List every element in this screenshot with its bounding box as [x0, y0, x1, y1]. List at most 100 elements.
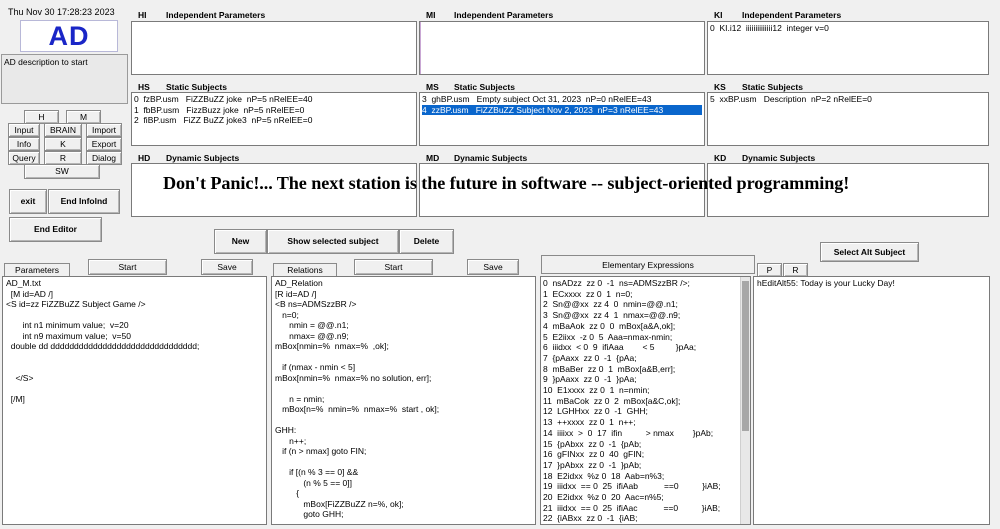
parameters-tab[interactable]: Parameters [4, 263, 70, 276]
alt-r-button[interactable]: R [783, 263, 808, 277]
code-line: if (n > nmax] goto FIN; [275, 446, 367, 456]
new-button[interactable]: New [214, 229, 267, 254]
hs-list[interactable]: 0 fzBP.usm FiZZBuZZ joke nP=5 nRelEE=40 … [131, 92, 417, 146]
code-line: mBox[n=% nmin=% nmax=% start , ok]; [275, 404, 440, 414]
delete-button[interactable]: Delete [399, 229, 454, 254]
mi-list[interactable] [419, 21, 705, 75]
exit-button[interactable]: exit [9, 189, 47, 214]
code-line: int n9 maximum value; v=50 [6, 330, 131, 341]
ks-list-item[interactable]: 5 xxBP.usm Description nP=2 nRelEE=0 [710, 94, 986, 105]
relations-editor[interactable]: AD_Relation [R id=AD /] <B ns=ADMSzzBR /> … [271, 276, 536, 525]
relations-text[interactable]: AD_Relation [R id=AD /] <B ns=ADMSzzBR /> … [272, 277, 535, 521]
hs-list-item[interactable]: 0 fzBP.usm FiZZBuZZ joke nP=5 nRelEE=40 [134, 94, 414, 105]
alt-text[interactable]: hEditAlt55: Today is your Lucky Day! [754, 277, 989, 290]
ks-title: Static Subjects [742, 82, 803, 92]
ki-header: KI Independent Parameters [714, 10, 841, 20]
brain-button[interactable]: BRAIN [44, 123, 82, 137]
code-line: 17 }pAbxx zz 0 -1 }pAb; [543, 459, 642, 470]
code-line: 4 mBaAok zz 0 0 mBox[a&A,ok]; [543, 320, 676, 331]
ki-list-item[interactable]: 0 KI.i12 iiiiiiiiiiiiii12 integer v=0 [710, 23, 986, 34]
logo-text: AD [48, 20, 90, 51]
hs-header: HS Static Subjects [138, 82, 227, 92]
ms-list-item[interactable]: 3 ghBP.usm Empty subject Oct 31, 2023 nP… [422, 94, 702, 105]
hd-title: Dynamic Subjects [166, 153, 240, 163]
input-button[interactable]: Input [8, 123, 40, 137]
r-button[interactable]: R [44, 151, 82, 165]
import-button[interactable]: Import [86, 123, 122, 137]
m-button[interactable]: M [66, 110, 101, 124]
ks-header: KS Static Subjects [714, 82, 803, 92]
code-line: 12 LGHHxx zz 0 -1 GHH; [543, 406, 648, 417]
info-button[interactable]: Info [8, 137, 40, 151]
mi-code: MI [426, 10, 436, 20]
code-line: n++; [275, 435, 307, 446]
ms-list-item-selected[interactable]: 4 zzBP.usm FiZZBuZZ Subject Nov 2, 2023 … [422, 104, 702, 116]
code-line: nmin = @@.n1; [275, 320, 349, 330]
ki-list[interactable]: 0 KI.i12 iiiiiiiiiiiiii12 integer v=0 [707, 21, 989, 75]
query-button[interactable]: Query [8, 151, 40, 165]
code-line: <B ns=ADMSzzBR /> [275, 299, 357, 309]
code-line: double dd dddddddddddddddddddddddddddddd… [6, 341, 200, 351]
code-line: </S> [6, 372, 34, 383]
elementary-expressions-list[interactable]: 0 nsADzz zz 0 -1 ns=ADMSzzBR />; 1 ECxxxx… [540, 276, 751, 525]
code-line: n=0; [275, 309, 299, 320]
end-infolnd-button[interactable]: End Infolnd [48, 189, 120, 214]
sw-button[interactable]: SW [24, 164, 100, 179]
code-line: if (nmax - nmin < 5] [275, 362, 356, 372]
code-line: 7 {pAaxx zz 0 -1 {pAa; [543, 352, 637, 363]
hs-list-item[interactable]: 2 fiBP.usm FiZZ BuZZ joke3 nP=5 nRelEE=0 [134, 115, 414, 126]
code-line: 8 mBaBer zz 0 1 mBox[a&B,err]; [543, 363, 676, 374]
elementary-scrollbar[interactable] [740, 277, 750, 524]
alt-p-button[interactable]: P [757, 263, 782, 277]
dialog-button[interactable]: Dialog [86, 151, 122, 165]
code-line: mBox[nmin=% nmax=% no solution, err]; [275, 372, 432, 383]
select-alt-subject-button[interactable]: Select Alt Subject [820, 242, 919, 262]
parameters-save-button[interactable]: Save [201, 259, 253, 275]
export-button[interactable]: Export [86, 137, 122, 151]
show-selected-subject-button[interactable]: Show selected subject [267, 229, 399, 254]
parameters-editor[interactable]: AD_M.txt [M id=AD /] <S id=zz FiZZBuZZ Su… [2, 276, 267, 525]
elementary-scrollbar-thumb[interactable] [742, 281, 749, 431]
relations-save-button[interactable]: Save [467, 259, 519, 275]
hs-list-item[interactable]: 1 fbBP.usm FizzBuzz joke nP=5 nRelEE=0 [134, 105, 414, 116]
parameters-text[interactable]: AD_M.txt [M id=AD /] <S id=zz FiZZBuZZ Su… [3, 277, 266, 405]
elementary-expressions-tab: Elementary Expressions [541, 255, 755, 274]
h-button[interactable]: H [24, 110, 59, 124]
code-line: 15 {pAbxx zz 0 -1 {pAb; [543, 438, 642, 449]
alt-editor[interactable]: hEditAlt55: Today is your Lucky Day! [753, 276, 990, 525]
code-line: 16 gFINxx zz 0 40 gFIN; [543, 449, 645, 460]
ms-list[interactable]: 3 ghBP.usm Empty subject Oct 31, 2023 nP… [419, 92, 705, 146]
hd-header: HD Dynamic Subjects [138, 153, 239, 163]
code-line: [M id=AD /] [6, 288, 53, 299]
hd-code: HD [138, 153, 151, 163]
relations-start-button[interactable]: Start [354, 259, 433, 275]
relations-tab[interactable]: Relations [273, 263, 337, 276]
code-line: 20 E2idxx %z 0 20 Aac=n%5; [543, 492, 664, 503]
code-line: if [(n % 3 == 0] && [275, 467, 359, 477]
description-box[interactable]: AD description to start [1, 54, 128, 104]
code-line: 3 Sn@@xx zz 4 1 nmax=@@.n9; [543, 310, 681, 321]
elementary-expressions-lines[interactable]: 0 nsADzz zz 0 -1 ns=ADMSzzBR />; 1 ECxxxx… [543, 278, 739, 524]
ki-code: KI [714, 10, 723, 20]
code-line: 10 E1xxxx zz 0 1 n=nmin; [543, 385, 650, 396]
end-editor-button[interactable]: End Editor [9, 217, 102, 242]
mi-header: MI Independent Parameters [426, 10, 553, 20]
kd-header: KD Dynamic Subjects [714, 153, 815, 163]
hi-list[interactable] [131, 21, 417, 75]
ki-title: Independent Parameters [742, 10, 842, 20]
code-line: n = nmin; [275, 393, 325, 404]
logo: AD [20, 20, 118, 52]
parameters-start-button[interactable]: Start [88, 259, 167, 275]
hi-code: HI [138, 10, 147, 20]
k-button[interactable]: K [44, 137, 82, 151]
code-line: 6 iiidxx < 0 9 ifiAaa < 5 }pAa; [543, 342, 697, 353]
hs-title: Static Subjects [166, 82, 227, 92]
code-line: int n1 minimum value; v=20 [6, 320, 129, 330]
ks-list[interactable]: 5 xxBP.usm Description nP=2 nRelEE=0 [707, 92, 989, 146]
